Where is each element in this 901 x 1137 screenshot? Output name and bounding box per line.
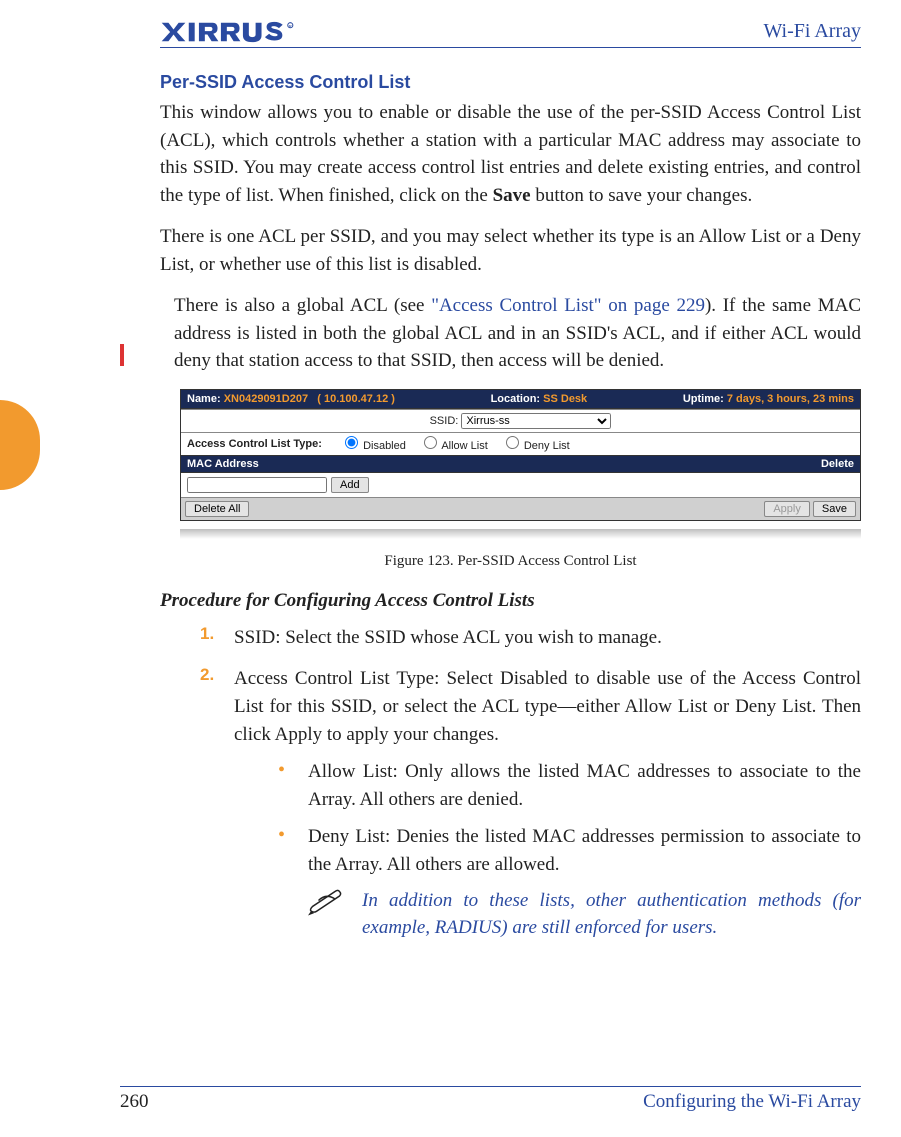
- add-mac-row: Add: [181, 473, 860, 497]
- status-bar: Name: XN0429091D207 ( 10.100.47.12 ) Loc…: [181, 390, 860, 409]
- paragraph: There is one ACL per SSID, and you may s…: [160, 223, 861, 278]
- footer-section: Configuring the Wi-Fi Array: [643, 1091, 861, 1113]
- radio-allow-list[interactable]: [424, 436, 437, 449]
- section-title: Per-SSID Access Control List: [160, 72, 861, 93]
- paragraph: This window allows you to enable or disa…: [160, 99, 861, 209]
- table-header: MAC Address Delete: [181, 455, 860, 473]
- acl-type-row: Access Control List Type: Disabled Allow…: [181, 432, 860, 455]
- side-tab-marker: [0, 400, 40, 490]
- mac-address-input[interactable]: [187, 477, 327, 493]
- add-button[interactable]: Add: [331, 477, 369, 493]
- save-button[interactable]: Save: [813, 501, 856, 517]
- step-item: 2. Access Control List Type: Select Disa…: [200, 665, 861, 941]
- ssid-selector-row: SSID: Xirrus-ss: [181, 409, 860, 432]
- apply-button[interactable]: Apply: [764, 501, 810, 517]
- device-name: XN0429091D207: [224, 393, 308, 405]
- device-ip: ( 10.100.47.12 ): [317, 393, 395, 405]
- delete-all-button[interactable]: Delete All: [185, 501, 249, 517]
- brand-logo: R: [160, 21, 312, 43]
- procedure-list: 1. SSID: Select the SSID whose ACL you w…: [200, 624, 861, 942]
- cross-reference-link[interactable]: "Access Control List" on page 229: [431, 295, 705, 316]
- step-item: 1. SSID: Select the SSID whose ACL you w…: [200, 624, 861, 652]
- bullet-item: • Allow List: Only allows the listed MAC…: [278, 758, 861, 813]
- page-number: 260: [120, 1091, 149, 1113]
- figure-shadow: [180, 529, 861, 539]
- ssid-select[interactable]: Xirrus-ss: [461, 413, 611, 429]
- radio-disabled[interactable]: [345, 436, 358, 449]
- figure: Name: XN0429091D207 ( 10.100.47.12 ) Loc…: [180, 389, 861, 521]
- bullet-list: • Allow List: Only allows the listed MAC…: [278, 758, 861, 878]
- figure-caption: Figure 123. Per-SSID Access Control List: [160, 553, 861, 570]
- page-footer: 260 Configuring the Wi-Fi Array: [120, 1086, 861, 1113]
- screenshot-panel: Name: XN0429091D207 ( 10.100.47.12 ) Loc…: [180, 389, 861, 521]
- note-icon: [308, 888, 344, 941]
- paragraph: There is also a global ACL (see "Access …: [174, 292, 861, 375]
- procedure-heading: Procedure for Configuring Access Control…: [160, 590, 861, 612]
- device-uptime: 7 days, 3 hours, 23 mins: [727, 393, 854, 405]
- action-bar: Delete All Apply Save: [181, 497, 860, 520]
- change-bar: [120, 344, 124, 366]
- note: In addition to these lists, other authen…: [308, 888, 861, 941]
- svg-text:R: R: [289, 24, 292, 29]
- page-header: R Wi-Fi Array: [160, 20, 861, 48]
- header-product: Wi-Fi Array: [763, 20, 861, 43]
- device-location: SS Desk: [543, 393, 587, 405]
- bullet-item: • Deny List: Denies the listed MAC addre…: [278, 823, 861, 878]
- radio-deny-list[interactable]: [506, 436, 519, 449]
